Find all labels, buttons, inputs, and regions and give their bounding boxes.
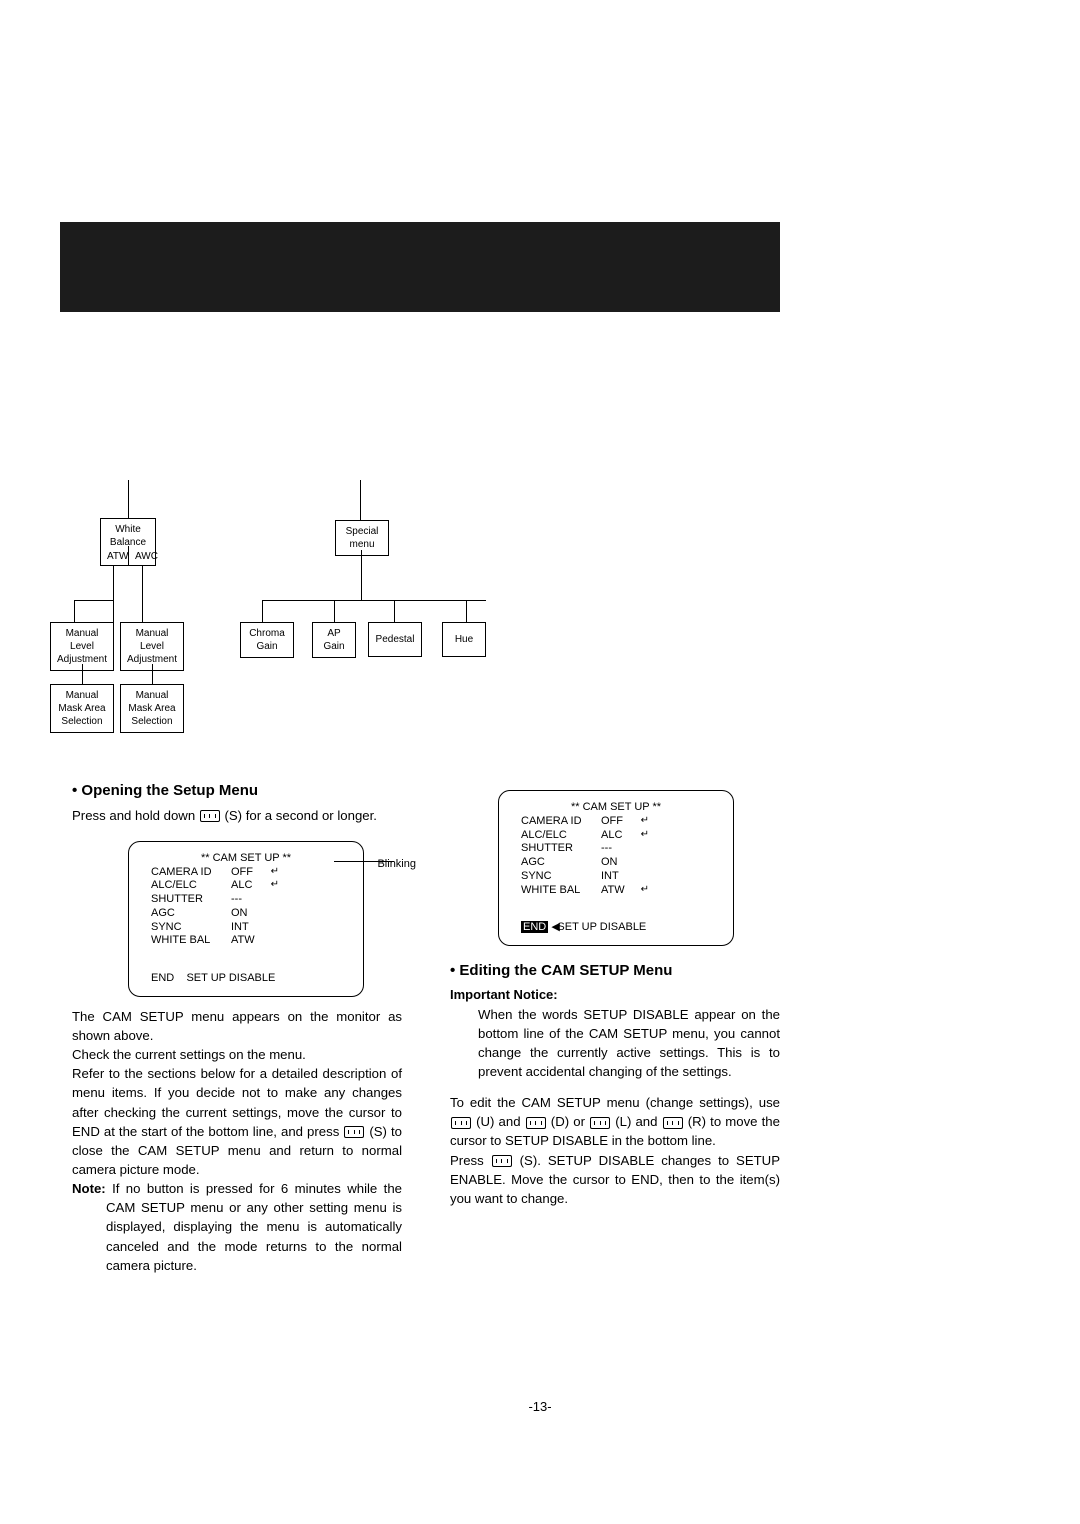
left-p4: Refer to the sections below for a detail… [72,1064,402,1179]
camera-button-icon [590,1117,610,1129]
box-atw: ATW [100,546,128,566]
right-p1: To edit the CAM SETUP menu (change setti… [450,1093,780,1150]
header-dark-band [60,222,780,312]
box-ap-gain: AP Gain [312,622,356,658]
box-special-menu: Special menu [335,520,389,556]
box-chroma-gain: Chroma Gain [240,622,294,658]
right-column: ** CAM SET UP ** CAMERA IDOFF↵ ALC/ELCAL… [450,780,780,1275]
osd-row-camera-id: CAMERA IDOFF↵ [521,815,711,829]
osd-bottom-1: END SET UP DISABLE [151,972,341,986]
osd-row-shutter: SHUTTER--- [151,893,341,907]
osd-row-white-bal: WHITE BALATW↵ [521,884,711,898]
left-p2: The CAM SETUP menu appears on the monito… [72,1007,402,1045]
content-columns: • Opening the Setup Menu Press and hold … [72,780,792,1275]
box-awc: AWC [128,546,156,566]
menu-tree-diagram: White Balance ATW AWC Special menu Chrom… [80,480,680,780]
important-notice-text: When the words SETUP DISABLE appear on t… [450,1005,780,1082]
osd-row-sync: SYNCINT [521,870,711,884]
osd-row-white-bal: WHITE BALATW [151,934,341,948]
page-number: -13- [0,1399,1080,1414]
osd-title: ** CAM SET UP ** [521,801,711,815]
camera-button-icon [451,1117,471,1129]
osd-row-agc: AGCON [521,856,711,870]
blinking-label: Blinking [377,857,416,873]
left-p3: Check the current settings on the menu. [72,1045,402,1064]
osd-row-shutter: SHUTTER--- [521,842,711,856]
important-notice-label: Important Notice: [450,986,780,1005]
box-hue: Hue [442,622,486,657]
osd-row-agc: AGCON [151,907,341,921]
osd-row-alc-elc: ALC/ELCALC↵ [521,829,711,843]
osd-row-alc-elc: ALC/ELCALC↵ [151,879,341,893]
camera-button-icon [492,1155,512,1167]
right-p2: Press (S). SETUP DISABLE changes to SETU… [450,1151,780,1208]
heading-opening-setup: • Opening the Setup Menu [72,780,402,802]
heading-editing-setup: • Editing the CAM SETUP Menu [450,960,780,982]
box-pedestal: Pedestal [368,622,422,657]
osd-figure-1: ** CAM SET UP ** CAMERA IDOFF↵ ALC/ELCAL… [128,841,340,997]
osd-figure-2: ** CAM SET UP ** CAMERA IDOFF↵ ALC/ELCAL… [498,790,732,946]
camera-button-icon [526,1117,546,1129]
osd-panel-1: ** CAM SET UP ** CAMERA IDOFF↵ ALC/ELCAL… [128,841,364,997]
camera-button-icon [344,1126,364,1138]
left-p1: Press and hold down (S) for a second or … [72,806,402,825]
osd-row-sync: SYNCINT [151,921,341,935]
left-note: Note: If no button is pressed for 6 minu… [72,1179,402,1275]
box-manual-mask-1: Manual Mask Area Selection [50,684,114,733]
osd-panel-2: ** CAM SET UP ** CAMERA IDOFF↵ ALC/ELCAL… [498,790,734,946]
camera-button-icon [200,810,220,822]
camera-button-icon [663,1117,683,1129]
osd-row-camera-id: CAMERA IDOFF↵ [151,866,341,880]
osd-title: ** CAM SET UP ** [151,852,341,866]
left-column: • Opening the Setup Menu Press and hold … [72,780,402,1275]
box-manual-mask-2: Manual Mask Area Selection [120,684,184,733]
osd-bottom-2: END ◀SET UP DISABLE [521,921,711,935]
